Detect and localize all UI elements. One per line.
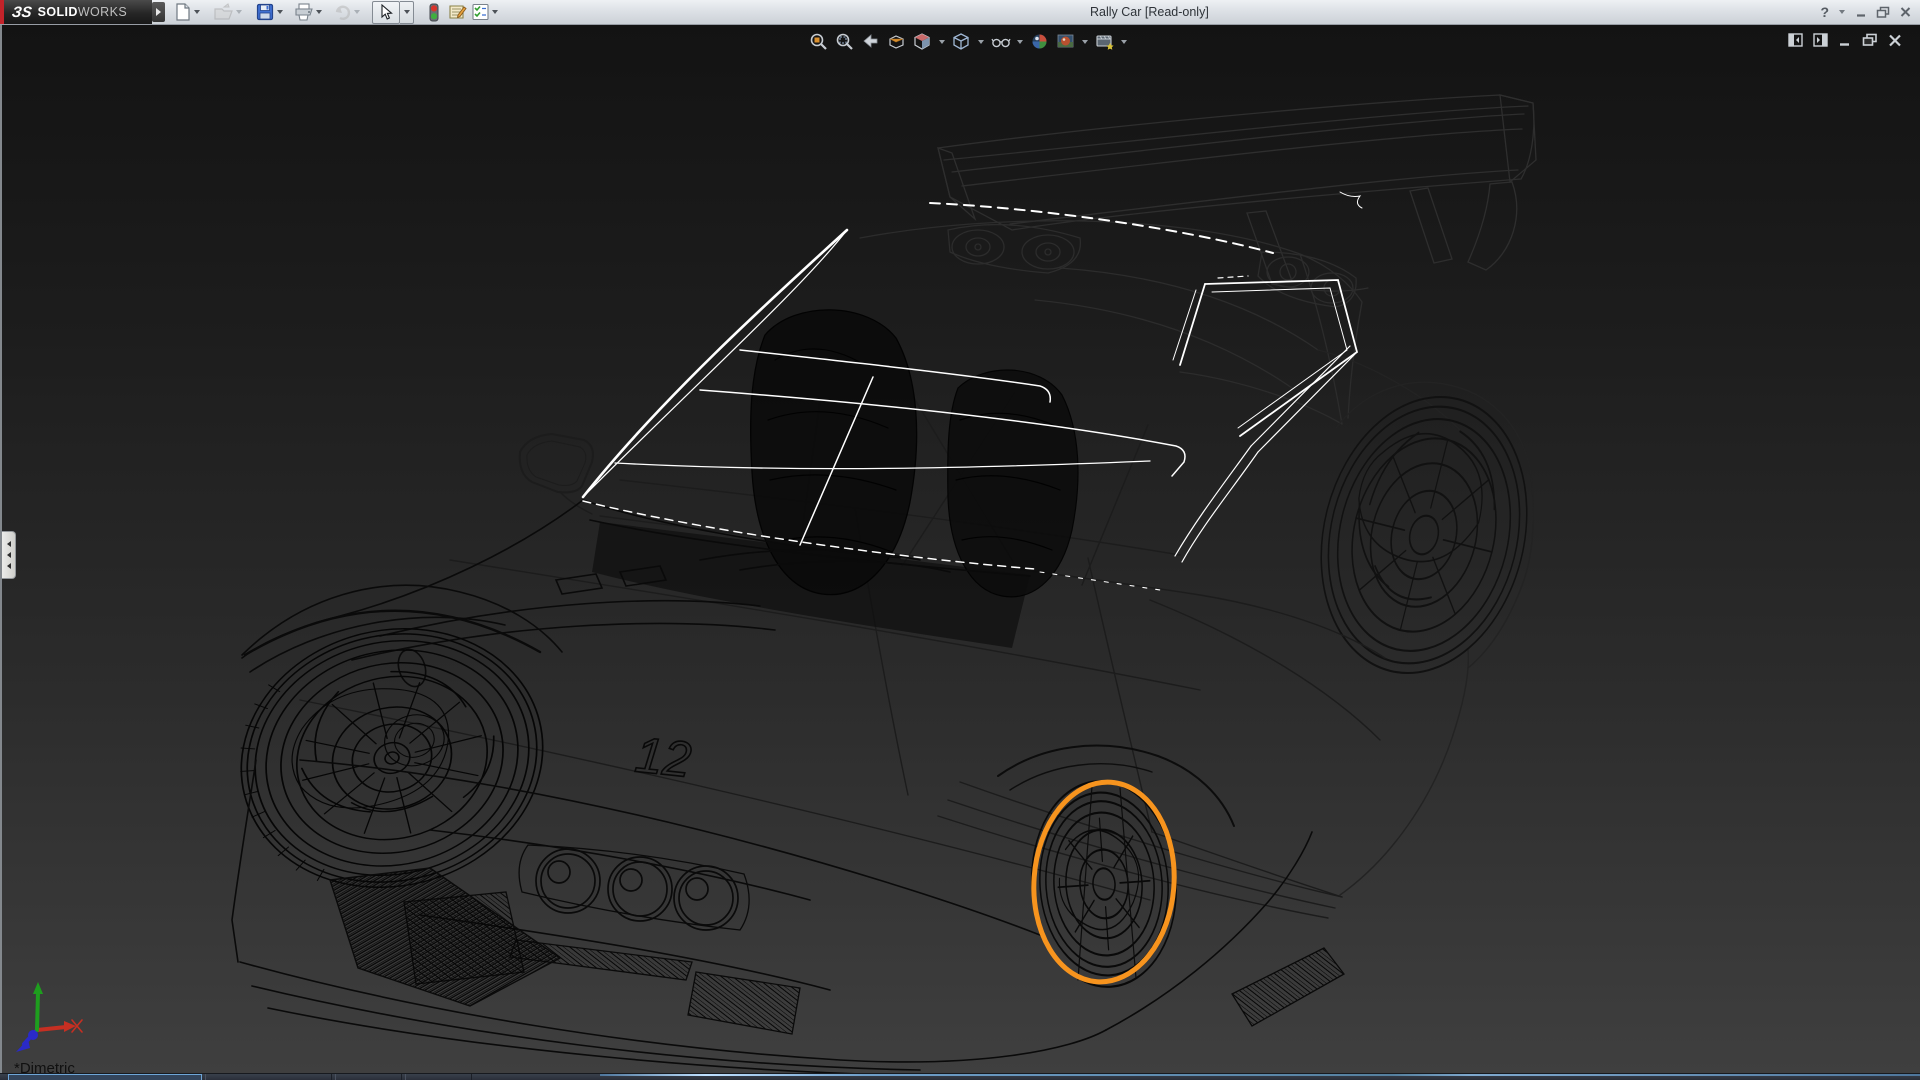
window-controls: ? bbox=[1820, 0, 1912, 24]
view-settings-icon bbox=[1095, 32, 1115, 51]
save-floppy-icon bbox=[256, 3, 274, 21]
rear-right-wheel bbox=[1293, 375, 1555, 695]
select-tool-button[interactable] bbox=[372, 1, 400, 24]
headsup-view-toolbar bbox=[808, 31, 1128, 52]
display-relations-button[interactable] bbox=[424, 2, 444, 22]
apply-scene-button[interactable] bbox=[1055, 31, 1076, 52]
collapse-arrow-icon bbox=[7, 541, 11, 547]
restore-icon[interactable] bbox=[1876, 6, 1891, 19]
save-dropdown[interactable] bbox=[277, 10, 283, 14]
view-orientation-icon bbox=[913, 32, 932, 51]
open-document-dropdown[interactable] bbox=[236, 10, 242, 14]
section-view-button[interactable] bbox=[886, 31, 907, 52]
brand-glyph: ЗS bbox=[11, 4, 33, 21]
section-view-icon bbox=[887, 32, 906, 51]
display-style-button[interactable] bbox=[951, 31, 972, 52]
print-button[interactable] bbox=[294, 2, 314, 22]
view-settings-button[interactable] bbox=[1094, 31, 1115, 52]
taskbar-button[interactable] bbox=[8, 1074, 202, 1080]
display-style-dropdown[interactable] bbox=[978, 40, 984, 44]
solidworks-logo: ЗS SOLIDWORKS bbox=[0, 0, 152, 24]
document-window-controls bbox=[1788, 33, 1902, 47]
close-icon[interactable] bbox=[1899, 6, 1912, 18]
open-folder-icon bbox=[214, 3, 234, 21]
minimize-icon[interactable] bbox=[1855, 6, 1868, 18]
select-cursor-icon bbox=[380, 4, 393, 20]
taskbar-glass-edge bbox=[600, 1074, 1920, 1076]
flyout-arrow-icon bbox=[156, 8, 161, 16]
edit-note-button[interactable] bbox=[447, 2, 467, 22]
help-button[interactable]: ? bbox=[1820, 4, 1829, 20]
eyeglasses-icon bbox=[991, 32, 1011, 51]
screen-edge-accent bbox=[0, 0, 4, 24]
note-pencil-icon bbox=[448, 3, 467, 21]
taskbar-button[interactable] bbox=[335, 1074, 402, 1080]
select-tool-dropdown[interactable] bbox=[400, 1, 414, 24]
zoom-to-fit-icon bbox=[809, 32, 828, 51]
undo-button[interactable] bbox=[332, 2, 352, 22]
zoom-to-fit-button[interactable] bbox=[808, 31, 829, 52]
view-orientation-dropdown[interactable] bbox=[939, 40, 945, 44]
hide-show-items-button[interactable] bbox=[990, 31, 1011, 52]
options-list-button[interactable] bbox=[470, 2, 490, 22]
undo-arrow-icon bbox=[333, 3, 352, 21]
car-wireframe-model[interactable]: 12 bbox=[214, 95, 1555, 1073]
view-orientation-label: *Dimetric bbox=[14, 1060, 75, 1073]
previous-view-icon bbox=[861, 32, 880, 51]
model-badge-text: 12 bbox=[633, 727, 694, 789]
printer-icon bbox=[294, 3, 314, 21]
minimize-document-icon[interactable] bbox=[1838, 34, 1852, 47]
options-list-dropdown[interactable] bbox=[492, 10, 498, 14]
display-style-icon bbox=[952, 32, 971, 51]
appearance-sphere-icon bbox=[1030, 32, 1049, 51]
brand-name-light: WORKS bbox=[78, 5, 127, 19]
open-document-button[interactable] bbox=[214, 2, 234, 22]
menu-flyout-button[interactable] bbox=[152, 2, 165, 22]
model-scene[interactable]: 12 bbox=[0, 24, 1920, 1073]
title-bar: ЗS SOLIDWORKS bbox=[0, 0, 1920, 25]
traffic-light-icon bbox=[428, 3, 440, 22]
view-orientation-button[interactable] bbox=[912, 31, 933, 52]
solidworks-window: ЗS SOLIDWORKS bbox=[0, 0, 1920, 1080]
zoom-to-area-button[interactable] bbox=[834, 31, 855, 52]
new-document-button[interactable] bbox=[172, 2, 192, 22]
new-document-dropdown[interactable] bbox=[194, 10, 200, 14]
rear-quarter-group bbox=[1318, 350, 1533, 895]
standard-toolbar bbox=[172, 0, 500, 24]
graphics-viewport[interactable]: 12 bbox=[0, 24, 1920, 1073]
collapsed-panel-tab[interactable] bbox=[2, 531, 16, 579]
previous-view-button[interactable] bbox=[860, 31, 881, 52]
taskbar-edge[interactable] bbox=[0, 1073, 1920, 1080]
view-settings-dropdown[interactable] bbox=[1121, 40, 1127, 44]
edit-appearance-button[interactable] bbox=[1029, 31, 1050, 52]
brand-name-bold: SOLID bbox=[38, 5, 78, 19]
taskbar-button[interactable] bbox=[205, 1074, 332, 1080]
collapse-arrow-icon bbox=[7, 563, 11, 569]
zoom-to-area-icon bbox=[835, 32, 854, 51]
help-dropdown[interactable] bbox=[1839, 10, 1845, 14]
taskbar-button[interactable] bbox=[405, 1074, 472, 1080]
hide-show-items-dropdown[interactable] bbox=[1017, 40, 1023, 44]
apply-scene-dropdown[interactable] bbox=[1082, 40, 1088, 44]
front-left-wheel bbox=[214, 597, 571, 918]
collapse-arrow-icon bbox=[7, 552, 11, 558]
dock-pane-right-icon[interactable] bbox=[1813, 33, 1828, 47]
print-dropdown[interactable] bbox=[316, 10, 322, 14]
new-document-icon bbox=[174, 3, 191, 21]
dock-pane-left-icon[interactable] bbox=[1788, 33, 1803, 47]
checklist-icon bbox=[471, 3, 490, 21]
rear-wing-group bbox=[938, 95, 1536, 291]
document-title: Rally Car [Read-only] bbox=[1090, 0, 1209, 24]
save-button[interactable] bbox=[255, 2, 275, 22]
restore-document-icon[interactable] bbox=[1862, 33, 1878, 47]
undo-dropdown[interactable] bbox=[354, 10, 360, 14]
apply-scene-icon bbox=[1056, 32, 1075, 51]
orientation-triad bbox=[16, 982, 82, 1052]
close-document-icon[interactable] bbox=[1888, 34, 1902, 47]
